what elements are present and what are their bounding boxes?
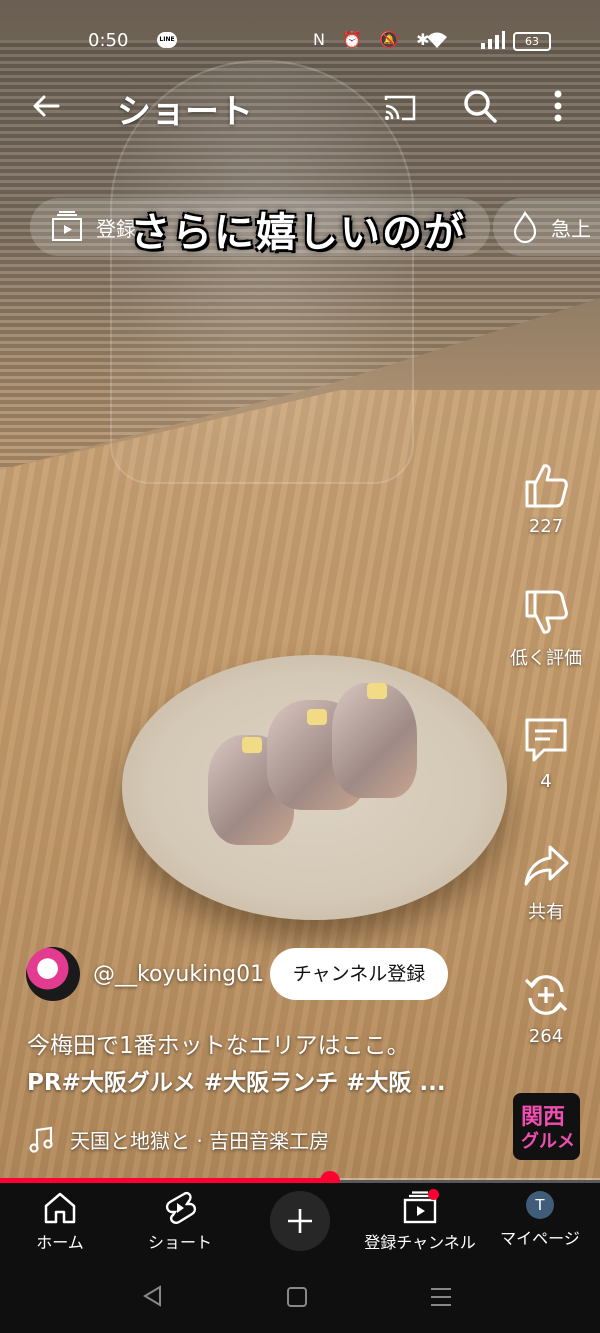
remix-count: 264	[528, 1026, 564, 1047]
sushi-topping	[307, 709, 327, 725]
nav-home[interactable]: ホーム	[0, 1191, 120, 1253]
sound-thumbnail[interactable]: 関西 グルメ	[513, 1093, 580, 1160]
system-navigation-bar	[0, 1263, 600, 1333]
system-back-icon[interactable]	[140, 1283, 166, 1309]
page-title: ショート	[117, 92, 253, 132]
channel-handle[interactable]: @__koyuking01	[93, 962, 264, 987]
dislike-label: 低く評価	[510, 648, 582, 669]
system-home-icon[interactable]	[285, 1285, 309, 1309]
bottom-navigation: ホーム ショート 登録チャンネル T マイページ	[0, 1183, 600, 1263]
plus-icon	[288, 1209, 312, 1233]
notification-dot	[428, 1189, 439, 1200]
music-note-icon	[29, 1126, 53, 1153]
nav-label: ショート	[147, 1233, 212, 1252]
back-arrow-icon[interactable]	[26, 86, 66, 126]
remix-icon	[524, 975, 568, 1015]
sushi-topping	[242, 737, 262, 753]
signal-icon	[481, 31, 505, 49]
remix-button[interactable]: 264	[506, 970, 586, 1047]
subscriptions-icon	[52, 211, 82, 241]
nav-label: 登録チャンネル	[364, 1233, 476, 1252]
chip-trending[interactable]: 急上	[493, 198, 600, 256]
music-title: 天国と地獄と · 吉田音楽工房	[70, 1129, 330, 1153]
video-hashtags[interactable]: PR#大阪グルメ #大阪ランチ #大阪 ...	[27, 1063, 446, 1097]
status-time: 0:50	[88, 30, 129, 51]
comments-button[interactable]: 4	[506, 715, 586, 792]
top-app-bar: ショート	[0, 80, 600, 136]
plate	[122, 655, 507, 920]
channel-avatar[interactable]	[26, 947, 80, 1001]
nav-label: ホーム	[36, 1233, 84, 1252]
battery-indicator: 63	[513, 32, 551, 51]
system-recents-icon[interactable]	[428, 1285, 454, 1309]
like-count: 227	[528, 516, 564, 537]
video-description[interactable]: 今梅田で1番ホットなエリアはここ。	[27, 1026, 410, 1060]
comment-icon	[525, 718, 567, 762]
share-button[interactable]: 共有	[506, 842, 586, 924]
status-icons: N ⏰ 🔕 ✱	[313, 30, 436, 49]
nav-subscriptions[interactable]: 登録チャンネル	[360, 1189, 480, 1253]
dislike-button[interactable]: 低く評価	[506, 588, 586, 670]
status-bar: 0:50 LINE N ⏰ 🔕 ✱ 63	[0, 22, 600, 58]
home-icon	[44, 1192, 76, 1224]
wifi-icon	[427, 32, 447, 48]
comment-count: 4	[540, 771, 552, 792]
shorts-icon	[165, 1191, 197, 1224]
shorts-screen: 0:50 LINE N ⏰ 🔕 ✱ 63 ショート 登録 急上 さらに嬉しいのが…	[0, 0, 600, 1333]
thumbs-down-icon	[525, 590, 568, 634]
sound-thumbnail-text: グルメ	[521, 1131, 575, 1152]
nav-shorts[interactable]: ショート	[120, 1191, 240, 1253]
search-icon[interactable]	[460, 86, 500, 126]
share-arrow-icon	[524, 845, 569, 886]
like-button[interactable]: 227	[506, 460, 586, 537]
chip-label: 急上	[551, 216, 591, 241]
flame-icon	[513, 210, 537, 244]
thumbs-up-icon	[525, 464, 568, 508]
create-button[interactable]	[270, 1191, 330, 1251]
nav-label: マイページ	[500, 1229, 580, 1248]
line-app-icon: LINE	[157, 32, 177, 48]
video-caption: さらに嬉しいのが	[130, 210, 466, 256]
sushi-piece	[332, 683, 417, 798]
sushi-topping	[367, 683, 387, 699]
cast-icon[interactable]	[380, 88, 420, 128]
share-label: 共有	[528, 902, 564, 923]
more-vert-icon[interactable]	[543, 86, 573, 126]
profile-avatar: T	[526, 1191, 554, 1219]
music-attribution[interactable]: 天国と地獄と · 吉田音楽工房	[28, 1125, 329, 1154]
nav-my-page[interactable]: T マイページ	[480, 1191, 600, 1249]
subscribe-button[interactable]: チャンネル登録	[270, 948, 448, 1000]
